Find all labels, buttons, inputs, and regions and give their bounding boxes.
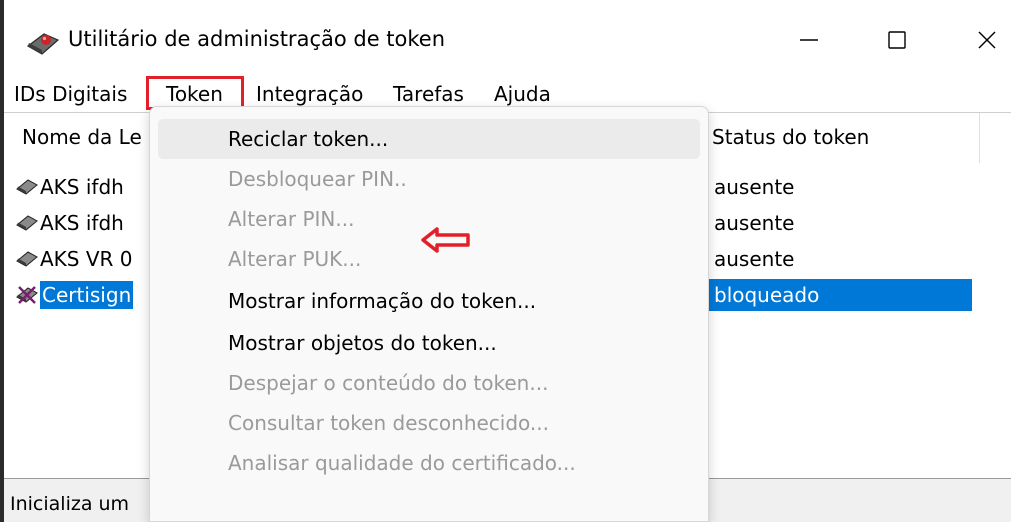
token-reader-app-icon [26,33,60,55]
menu-tarefas[interactable]: Tarefas [393,80,464,108]
red-arrow-left-icon [421,227,470,253]
reader-name-cell: Certisign [16,281,134,309]
menu-integracao[interactable]: Integração [256,80,363,108]
reader-name: AKS ifdh [40,211,124,235]
menu-ajuda[interactable]: Ajuda [494,80,551,108]
reader-name: AKS ifdh [40,175,124,199]
column-header-status[interactable]: Status do token [712,125,869,149]
menu-token[interactable]: Token [166,80,223,108]
minimize-button[interactable] [786,20,832,60]
menu-item-reciclar-token[interactable]: Reciclar token... [158,119,700,159]
token-status: ausente [714,211,795,235]
minimize-icon [800,39,818,41]
window-title: Utilitário de administração de token [68,27,446,51]
menu-item-desbloquear-pin[interactable]: Desbloquear PIN.. [158,159,700,199]
reader-name: AKS VR 0 [40,247,133,271]
menu-item-consultar-token[interactable]: Consultar token desconhecido... [158,403,700,443]
token-status: bloqueado [708,279,972,311]
token-menu-dropdown: Reciclar token... Desbloquear PIN.. Alte… [149,106,709,522]
reader-name: Certisign [40,281,134,309]
menu-item-mostrar-objetos[interactable]: Mostrar objetos do token... [158,323,700,363]
card-reader-icon [16,179,38,195]
close-button[interactable] [964,20,1010,60]
menu-item-analisar-qualidade[interactable]: Analisar qualidade do certificado... [158,443,700,483]
column-divider[interactable] [979,113,980,163]
maximize-button[interactable] [874,20,920,60]
token-status: ausente [714,175,795,199]
column-header-name[interactable]: Nome da Le [22,125,142,149]
menu-item-mostrar-informacao[interactable]: Mostrar informação do token... [158,281,700,321]
reader-name-cell: AKS VR 0 [16,245,133,273]
status-bar-text: Inicializa um [10,493,130,515]
reader-name-cell: AKS ifdh [16,209,124,237]
card-reader-icon [16,251,38,267]
blocked-reader-icon [16,286,38,304]
menu-ids-digitais[interactable]: IDs Digitais [14,80,127,108]
menu-item-despejar-conteudo[interactable]: Despejar o conteúdo do token... [158,363,700,403]
card-reader-icon [16,215,38,231]
title-bar: Utilitário de administração de token [4,0,1011,76]
maximize-icon [888,31,906,49]
close-icon [978,31,996,49]
app-window: Utilitário de administração de token IDs… [0,0,1011,522]
token-status: ausente [714,247,795,271]
reader-name-cell: AKS ifdh [16,173,124,201]
